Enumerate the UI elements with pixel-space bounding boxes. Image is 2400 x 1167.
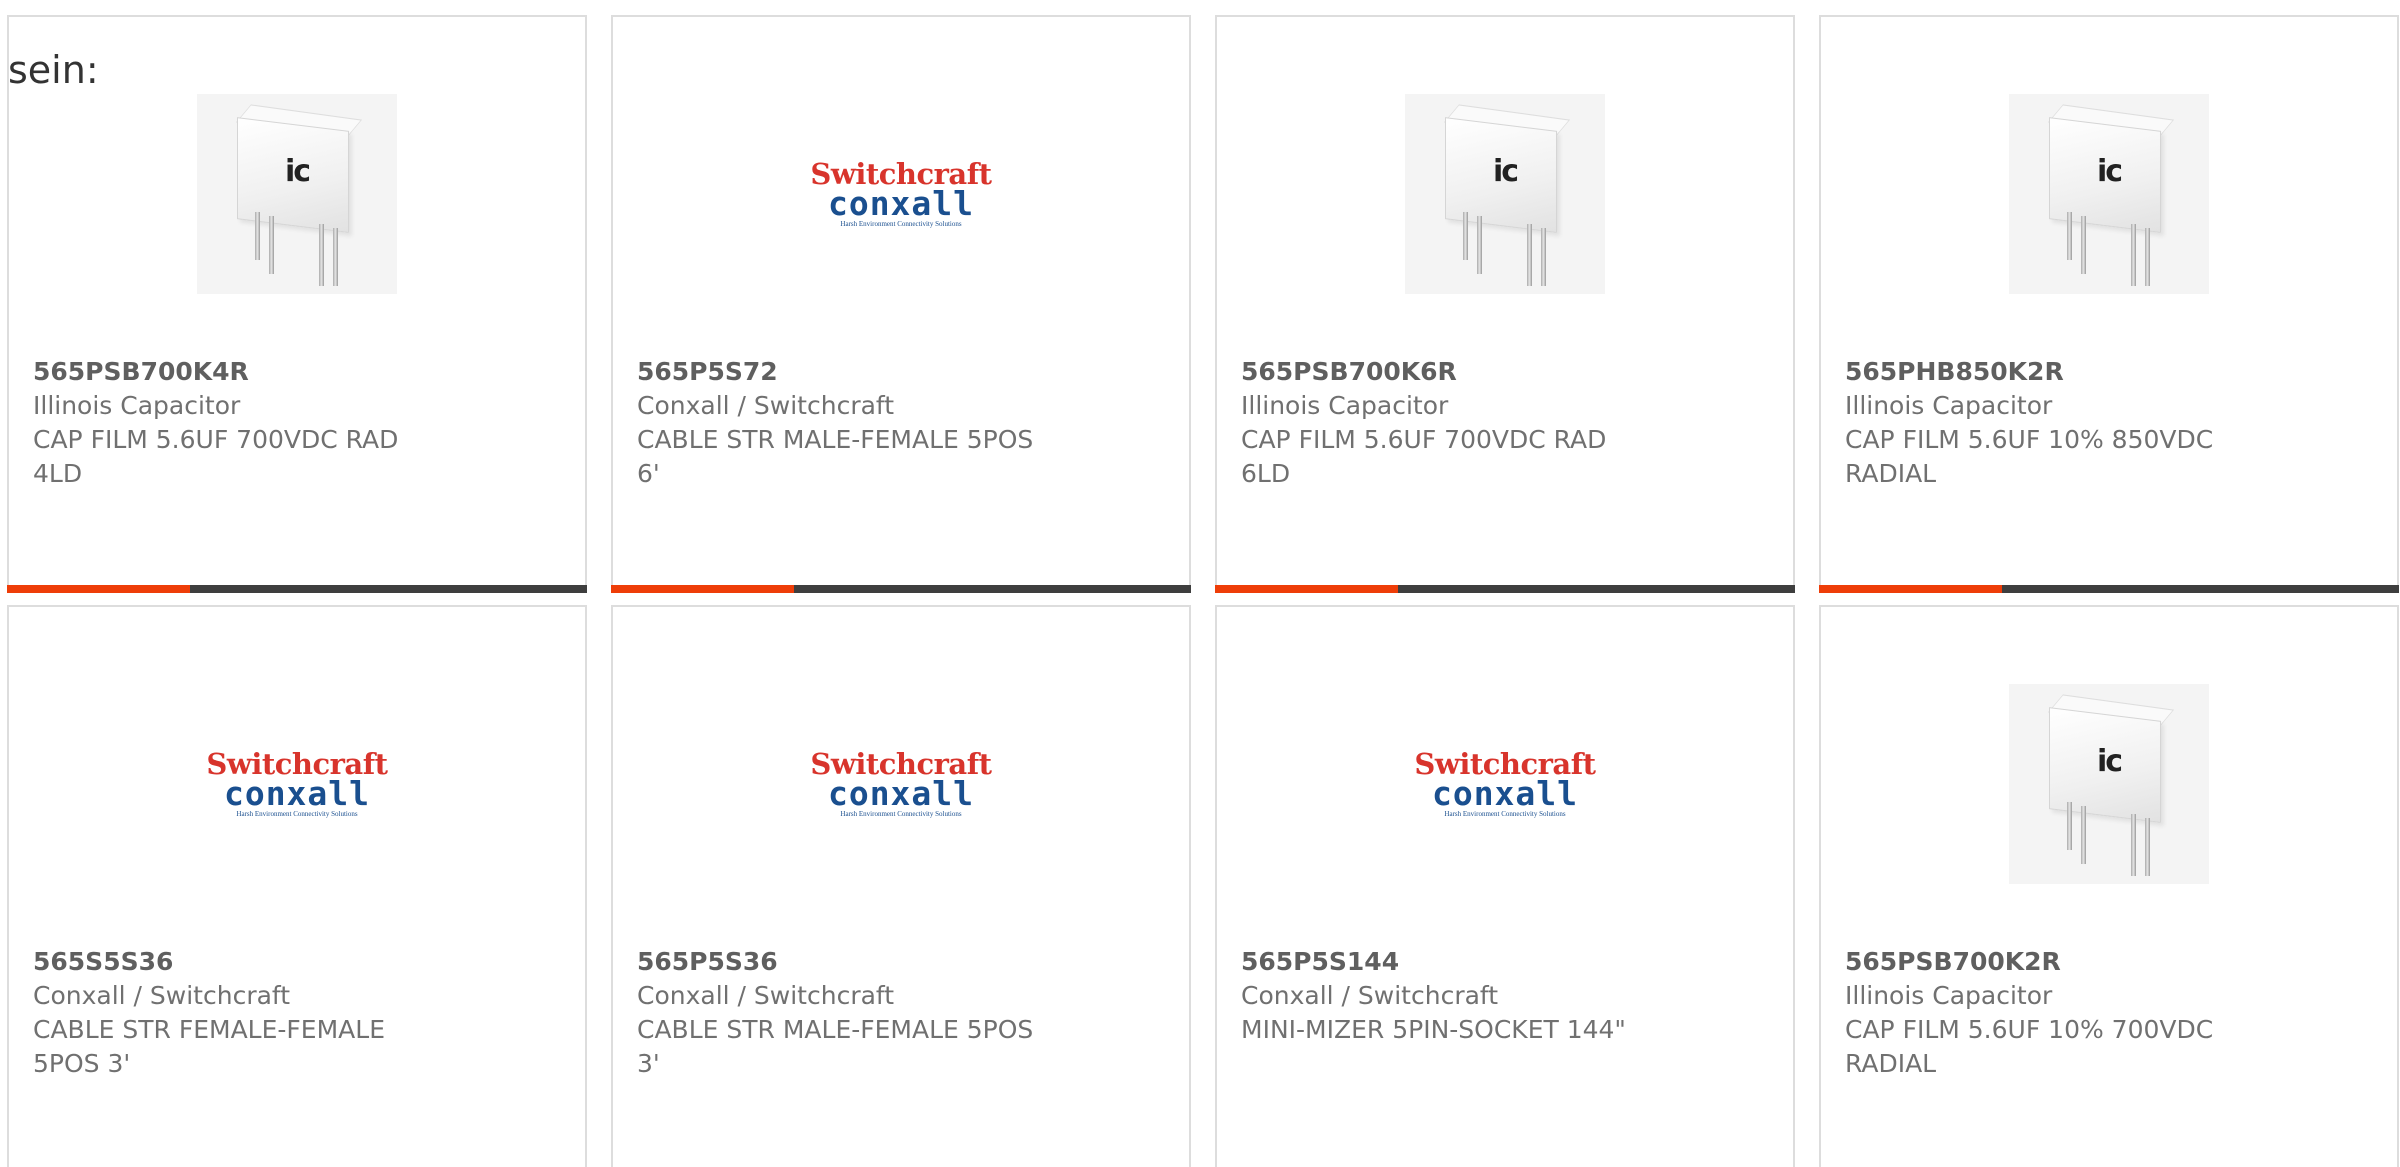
product-manufacturer: Illinois Capacitor bbox=[1845, 391, 2053, 420]
card-hover-bar-accent bbox=[1819, 585, 2002, 593]
product-info: 565P5S36 Conxall / Switchcraft CABLE STR M… bbox=[637, 945, 1057, 1081]
product-manufacturer: Conxall / Switchcraft bbox=[637, 981, 895, 1010]
switchcraft-conxall-logo: Switchcraft conxall Harsh Environment Co… bbox=[192, 750, 402, 818]
product-description-line-2: 4LD bbox=[33, 459, 83, 488]
product-part-number[interactable]: 565PHB850K2R bbox=[1845, 355, 2265, 389]
product-info: 565PHB850K2R Illinois Capacitor CAP FILM 5… bbox=[1845, 355, 2265, 491]
capacitor-lead bbox=[1541, 228, 1546, 286]
product-thumbnail[interactable]: ic bbox=[9, 79, 585, 309]
product-info: 565S5S36 Conxall / Switchcraft CABLE STR F… bbox=[33, 945, 453, 1081]
product-part-number[interactable]: 565PSB700K2R bbox=[1845, 945, 2265, 979]
product-manufacturer: Conxall / Switchcraft bbox=[1241, 981, 1499, 1010]
capacitor-lead bbox=[2145, 818, 2150, 876]
product-manufacturer: Conxall / Switchcraft bbox=[33, 981, 291, 1010]
capacitor-logo-mark: ic bbox=[1493, 154, 1519, 189]
capacitor-lead bbox=[269, 216, 274, 274]
product-part-number[interactable]: 565P5S72 bbox=[637, 355, 1057, 389]
product-card[interactable]: Switchcraft conxall Harsh Environment Co… bbox=[1215, 605, 1795, 1167]
product-info: 565PSB700K6R Illinois Capacitor CAP FILM 5… bbox=[1241, 355, 1661, 491]
product-thumbnail[interactable]: Switchcraft conxall Harsh Environment Co… bbox=[613, 79, 1189, 309]
capacitor-lead bbox=[2081, 806, 2086, 864]
product-card[interactable]: ic 565PHB850K2R Illinois Capacitor CAP FIL… bbox=[1819, 15, 2399, 593]
product-card[interactable]: Switchcraft conxall Harsh Environment Co… bbox=[611, 605, 1191, 1167]
product-part-number[interactable]: 565PSB700K6R bbox=[1241, 355, 1661, 389]
capacitor-lead bbox=[1463, 212, 1468, 260]
capacitor-logo-mark: ic bbox=[2097, 744, 2123, 779]
capacitor-lead bbox=[1527, 224, 1532, 286]
capacitor-lead bbox=[333, 228, 338, 286]
product-info: 565P5S72 Conxall / Switchcraft CABLE STR M… bbox=[637, 355, 1057, 491]
intro-text: sein: bbox=[8, 48, 99, 92]
product-description-line-1: CABLE STR MALE-FEMALE 5POS bbox=[637, 425, 1034, 454]
product-part-number[interactable]: 565P5S144 bbox=[1241, 945, 1661, 979]
capacitor-logo-mark: ic bbox=[285, 154, 311, 189]
product-description-line-2: 5POS 3' bbox=[33, 1049, 131, 1078]
product-description-line-1: CABLE STR MALE-FEMALE 5POS bbox=[637, 1015, 1034, 1044]
product-info: 565PSB700K2R Illinois Capacitor CAP FILM 5… bbox=[1845, 945, 2265, 1081]
product-description-line-1: CABLE STR FEMALE-FEMALE bbox=[33, 1015, 386, 1044]
product-description-line-2: 3' bbox=[637, 1049, 660, 1078]
switchcraft-conxall-logo: Switchcraft conxall Harsh Environment Co… bbox=[1400, 750, 1610, 818]
product-part-number[interactable]: 565P5S36 bbox=[637, 945, 1057, 979]
capacitor-lead bbox=[319, 224, 324, 286]
product-card[interactable]: ic 565PSB700K2R Illinois Capacitor CAP FIL… bbox=[1819, 605, 2399, 1167]
product-description-line-1: MINI-MIZER 5PIN-SOCKET 144" bbox=[1241, 1015, 1626, 1044]
card-hover-bar-accent bbox=[7, 585, 190, 593]
capacitor-lead bbox=[2131, 224, 2136, 286]
conxall-wordmark: conxall bbox=[223, 774, 371, 813]
capacitor-lead bbox=[255, 212, 260, 260]
capacitor-lead bbox=[2081, 216, 2086, 274]
conxall-wordmark: conxall bbox=[1431, 774, 1579, 813]
capacitor-product-image: ic bbox=[2009, 94, 2209, 294]
product-description-line-1: CAP FILM 5.6UF 10% 700VDC bbox=[1845, 1015, 2214, 1044]
capacitor-product-image: ic bbox=[197, 94, 397, 294]
capacitor-lead bbox=[2131, 814, 2136, 876]
product-part-number[interactable]: 565S5S36 bbox=[33, 945, 453, 979]
card-hover-bar bbox=[1819, 585, 2399, 593]
product-thumbnail[interactable]: ic bbox=[1821, 669, 2397, 899]
product-thumbnail[interactable]: Switchcraft conxall Harsh Environment Co… bbox=[613, 669, 1189, 899]
card-hover-bar bbox=[1215, 585, 1795, 593]
product-manufacturer: Illinois Capacitor bbox=[1241, 391, 1449, 420]
product-card[interactable]: ic 565PSB700K4R Illinois Capacitor CAP FIL… bbox=[7, 15, 587, 593]
capacitor-product-image: ic bbox=[1405, 94, 1605, 294]
card-hover-bar bbox=[611, 585, 1191, 593]
capacitor-lead bbox=[2067, 212, 2072, 260]
product-info: 565P5S144 Conxall / Switchcraft MINI-MIZER… bbox=[1241, 945, 1661, 1047]
product-grid: ic 565PSB700K4R Illinois Capacitor CAP FIL… bbox=[7, 15, 2400, 1167]
capacitor-lead bbox=[1477, 216, 1482, 274]
product-thumbnail[interactable]: ic bbox=[1217, 79, 1793, 309]
product-grid-page: sein: ic 565PSB700K4R Illinois Capacitor C… bbox=[0, 0, 2400, 1167]
capacitor-product-image: ic bbox=[2009, 684, 2209, 884]
capacitor-lead bbox=[2067, 802, 2072, 850]
product-description-line-1: CAP FILM 5.6UF 700VDC RAD bbox=[1241, 425, 1607, 454]
product-description-line-2: RADIAL bbox=[1845, 1049, 1937, 1078]
product-card[interactable]: Switchcraft conxall Harsh Environment Co… bbox=[611, 15, 1191, 593]
conxall-wordmark: conxall bbox=[827, 774, 975, 813]
conxall-wordmark: conxall bbox=[827, 184, 975, 223]
product-description-line-1: CAP FILM 5.6UF 10% 850VDC bbox=[1845, 425, 2214, 454]
card-hover-bar-accent bbox=[1215, 585, 1398, 593]
product-thumbnail[interactable]: ic bbox=[1821, 79, 2397, 309]
product-description-line-2: RADIAL bbox=[1845, 459, 1937, 488]
card-hover-bar bbox=[7, 585, 587, 593]
product-info: 565PSB700K4R Illinois Capacitor CAP FILM 5… bbox=[33, 355, 453, 491]
capacitor-lead bbox=[2145, 228, 2150, 286]
card-hover-bar-accent bbox=[611, 585, 794, 593]
product-description-line-2: 6' bbox=[637, 459, 660, 488]
product-manufacturer: Conxall / Switchcraft bbox=[637, 391, 895, 420]
product-card[interactable]: ic 565PSB700K6R Illinois Capacitor CAP FIL… bbox=[1215, 15, 1795, 593]
product-manufacturer: Illinois Capacitor bbox=[1845, 981, 2053, 1010]
capacitor-logo-mark: ic bbox=[2097, 154, 2123, 189]
product-description-line-2: 6LD bbox=[1241, 459, 1291, 488]
product-manufacturer: Illinois Capacitor bbox=[33, 391, 241, 420]
switchcraft-conxall-logo: Switchcraft conxall Harsh Environment Co… bbox=[796, 160, 1006, 228]
product-description-line-1: CAP FILM 5.6UF 700VDC RAD bbox=[33, 425, 399, 454]
product-thumbnail[interactable]: Switchcraft conxall Harsh Environment Co… bbox=[1217, 669, 1793, 899]
product-part-number[interactable]: 565PSB700K4R bbox=[33, 355, 453, 389]
switchcraft-conxall-logo: Switchcraft conxall Harsh Environment Co… bbox=[796, 750, 1006, 818]
product-card[interactable]: Switchcraft conxall Harsh Environment Co… bbox=[7, 605, 587, 1167]
product-thumbnail[interactable]: Switchcraft conxall Harsh Environment Co… bbox=[9, 669, 585, 899]
